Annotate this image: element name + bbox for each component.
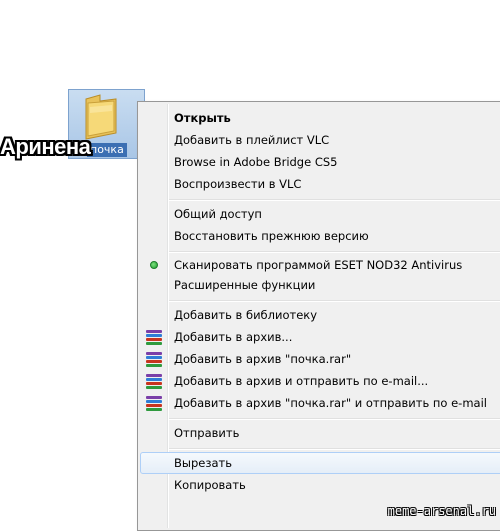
- menu-item-advanced[interactable]: Расширенные функции: [140, 274, 500, 296]
- context-menu: Открыть Добавить в плейлист VLC Browse i…: [137, 101, 500, 531]
- menu-item-archive-email[interactable]: Добавить в архив и отправить по e-mail..…: [140, 370, 500, 392]
- menu-item-vlc-play[interactable]: Воспроизвести в VLC: [140, 173, 500, 195]
- menu-item-copy[interactable]: Копировать: [140, 474, 500, 496]
- menu-item-vlc-playlist[interactable]: Добавить в плейлист VLC: [140, 129, 500, 151]
- winrar-icon: [146, 330, 162, 345]
- menu-item-restore-version[interactable]: Восстановить прежнюю версию: [140, 225, 500, 247]
- menu-item-send-to[interactable]: Отправить: [140, 422, 500, 444]
- menu-separator: [169, 300, 500, 302]
- eset-radio-icon: [150, 261, 158, 269]
- menu-separator: [169, 251, 500, 253]
- menu-item-adobe-bridge[interactable]: Browse in Adobe Bridge CS5: [140, 151, 500, 173]
- menu-item-archive-rar-email[interactable]: Добавить в архив "почка.rar" и отправить…: [140, 392, 500, 414]
- winrar-icon: [146, 374, 162, 389]
- folder-name-label[interactable]: почка: [87, 143, 127, 157]
- winrar-icon: [146, 396, 162, 411]
- menu-item-cut[interactable]: Вырезать: [140, 452, 500, 474]
- watermark: meme-arsenal.ru: [387, 504, 496, 518]
- menu-item-add-library[interactable]: Добавить в библиотеку: [140, 304, 500, 326]
- menu-item-eset-scan[interactable]: Сканировать программой ESET NOD32 Antivi…: [140, 254, 500, 276]
- menu-item-add-archive[interactable]: Добавить в архив...: [140, 326, 500, 348]
- menu-item-open[interactable]: Открыть: [140, 107, 500, 129]
- menu-separator: [169, 199, 500, 201]
- meme-caption: Аринена: [0, 134, 91, 159]
- menu-separator: [169, 418, 500, 420]
- menu-separator: [169, 448, 500, 450]
- menu-item-add-archive-rar[interactable]: Добавить в архив "почка.rar": [140, 348, 500, 370]
- winrar-icon: [146, 352, 162, 367]
- menu-item-share[interactable]: Общий доступ: [140, 203, 500, 225]
